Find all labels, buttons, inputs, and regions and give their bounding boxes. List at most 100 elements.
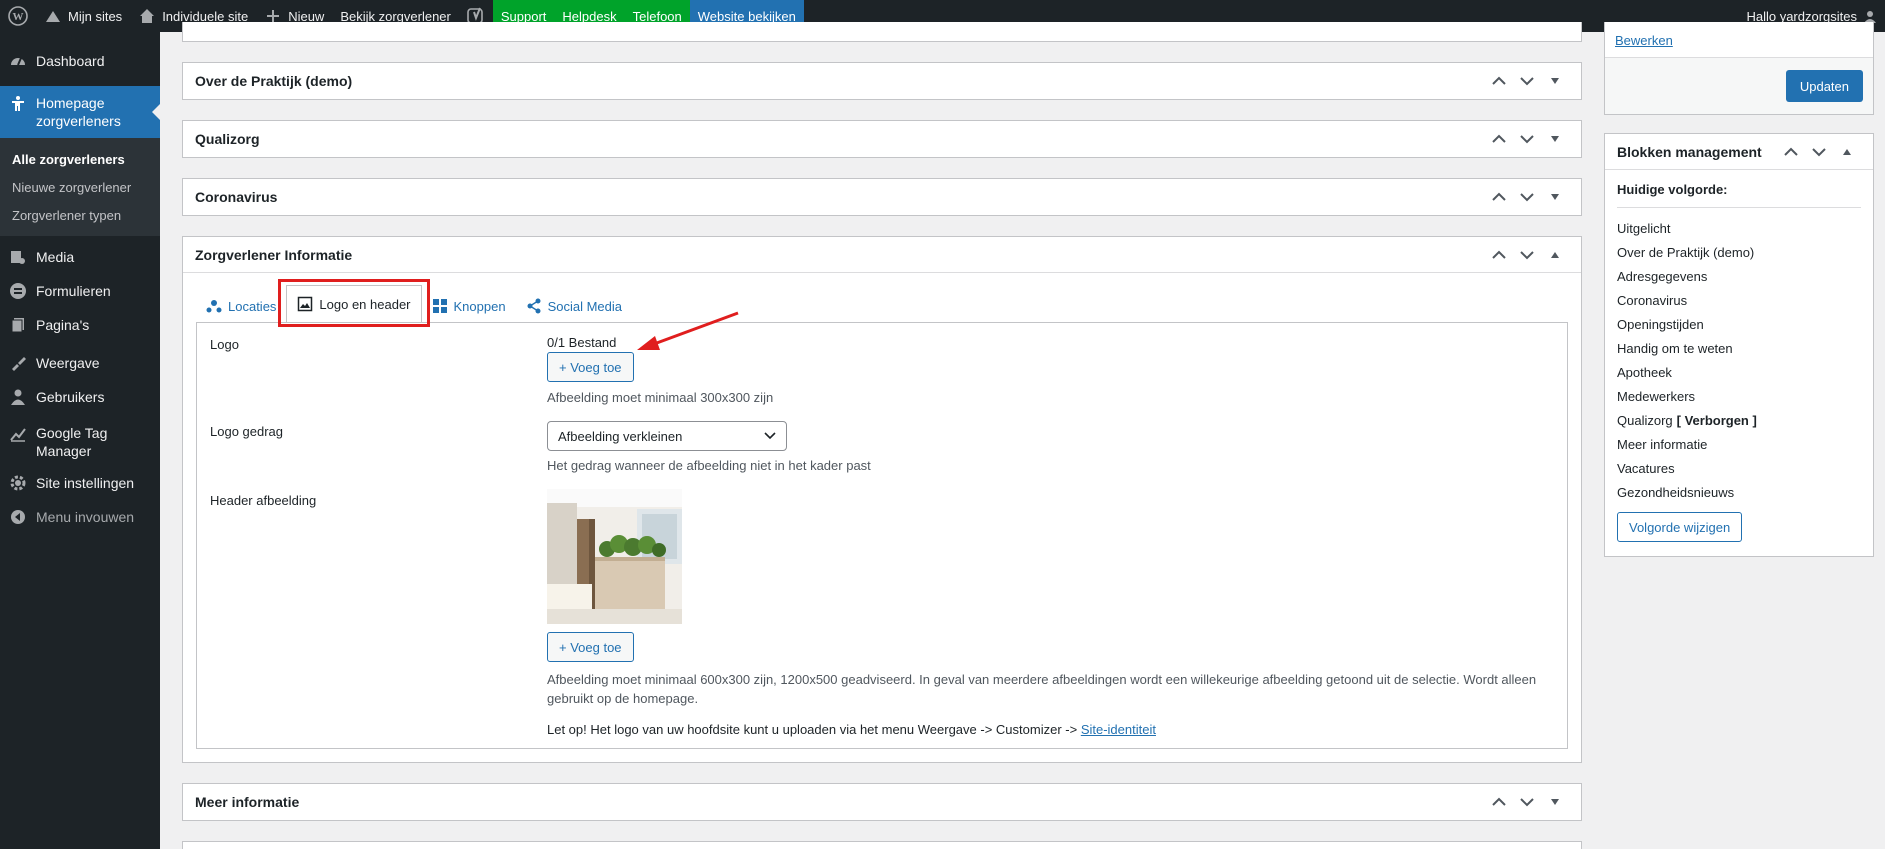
collapse-panel-icon[interactable] <box>1833 138 1861 166</box>
postbox-title: Qualizorg <box>195 131 260 147</box>
header-image-thumbnail[interactable] <box>547 489 682 624</box>
move-up-icon[interactable] <box>1485 788 1513 816</box>
menu-appearance-label: Weergave <box>36 355 100 371</box>
postbox-bottom-partial <box>182 841 1582 849</box>
wordpress-icon: W <box>8 6 28 26</box>
header-image-description: Afbeelding moet minimaal 600x300 zijn, 1… <box>547 672 1537 706</box>
submenu-all[interactable]: Alle zorgverleners <box>0 145 160 173</box>
location-icon <box>206 300 222 313</box>
move-down-icon[interactable] <box>1513 183 1541 211</box>
logo-behaviour-description: Het gedrag wanneer de afbeelding niet in… <box>547 458 871 473</box>
collapse-icon <box>8 507 28 527</box>
blocks-management-title: Blokken management <box>1617 143 1762 160</box>
toggle-panel-icon[interactable] <box>1541 183 1569 211</box>
menu-dashboard-label: Dashboard <box>36 53 105 69</box>
svg-text:W: W <box>13 11 24 23</box>
menu-users[interactable]: Gebruikers <box>0 380 160 414</box>
dashboard-icon <box>8 51 28 71</box>
block-order-item: Adresgegevens <box>1617 268 1708 284</box>
forms-icon <box>8 281 28 301</box>
postbox-over-de-praktijk: Over de Praktijk (demo) <box>182 62 1582 100</box>
move-up-icon[interactable] <box>1485 183 1513 211</box>
postbox-qualizorg: Qualizorg <box>182 120 1582 158</box>
my-sites-label: Mijn sites <box>68 8 123 24</box>
menu-google-tag-manager[interactable]: Google Tag Manager <box>0 418 160 466</box>
block-order-item: Uitgelicht <box>1617 220 1671 236</box>
tab-social-media[interactable]: Social Media <box>516 289 632 323</box>
logo-behaviour-label: Logo gedrag <box>210 424 284 439</box>
postbox-title: Coronavirus <box>195 189 278 205</box>
block-order-list: Uitgelicht Over de Praktijk (demo) Adres… <box>1617 216 1861 504</box>
sites-icon <box>46 11 60 22</box>
toggle-panel-icon[interactable] <box>1541 67 1569 95</box>
logo-add-button[interactable]: + Voeg toe <box>547 352 634 382</box>
block-order-item: Over de Praktijk (demo) <box>1617 244 1755 260</box>
logo-behaviour-select[interactable]: Afbeelding verkleinen <box>547 421 787 451</box>
postbox-title: Zorgverlener Informatie <box>195 246 353 263</box>
hidden-tag: [ Verborgen ] <box>1676 412 1757 428</box>
submenu-new[interactable]: Nieuwe zorgverlener <box>0 173 160 201</box>
share-icon <box>527 298 541 314</box>
move-up-icon[interactable] <box>1777 138 1805 166</box>
highlight-box <box>278 279 430 327</box>
menu-dashboard[interactable]: Dashboard <box>0 44 160 78</box>
menu-media-label: Media <box>36 249 75 265</box>
my-sites-menu[interactable]: Mijn sites <box>36 0 130 32</box>
tab-panel-logo-en-header: Logo 0/1 Bestand + Voeg toe Afbeelding m… <box>196 322 1568 749</box>
blocks-management-box: Blokken management Huidige volgorde: Uit… <box>1604 133 1874 557</box>
menu-forms[interactable]: Formulieren <box>0 274 160 308</box>
menu-collapse[interactable]: Menu invouwen <box>0 500 160 534</box>
header-image-field: + Voeg toe Afbeelding moet minimaal 600x… <box>547 489 1547 737</box>
site-identity-note: Let op! Het logo van uw hoofdsite kunt u… <box>547 722 1547 737</box>
toggle-panel-icon[interactable] <box>1541 788 1569 816</box>
update-button[interactable]: Updaten <box>1785 70 1863 102</box>
menu-site-settings[interactable]: Site instellingen <box>0 466 160 500</box>
block-order-item-hidden: Qualizorg [ Verborgen ] <box>1617 408 1861 432</box>
block-order-item: Vacatures <box>1617 460 1675 476</box>
interior-photo <box>547 489 682 624</box>
block-order-item-label: Qualizorg <box>1617 412 1673 428</box>
block-order-item: Handig om te weten <box>1617 340 1733 356</box>
block-order-item: Openingstijden <box>1617 316 1704 332</box>
logo-field: 0/1 Bestand + Voeg toe Afbeelding moet m… <box>547 335 773 405</box>
menu-pages[interactable]: Pagina's <box>0 308 160 342</box>
move-up-icon[interactable] <box>1485 125 1513 153</box>
submenu-zorgverleners: Alle zorgverleners Nieuwe zorgverlener Z… <box>0 138 160 236</box>
toggle-panel-icon[interactable] <box>1541 125 1569 153</box>
change-order-button[interactable]: Volgorde wijzigen <box>1617 512 1743 542</box>
site-identity-link[interactable]: Site-identiteit <box>1081 722 1156 737</box>
menu-homepage-label: Homepage zorgverleners <box>36 95 121 129</box>
person-icon <box>8 94 28 114</box>
move-down-icon[interactable] <box>1513 788 1541 816</box>
tab-locaties[interactable]: Locaties <box>196 289 286 323</box>
menu-homepage-zorgverleners[interactable]: Homepage zorgverleners <box>0 86 160 138</box>
logo-behaviour-value: Afbeelding verkleinen <box>558 428 683 444</box>
move-up-icon[interactable] <box>1485 67 1513 95</box>
menu-users-label: Gebruikers <box>36 389 105 405</box>
move-down-icon[interactable] <box>1513 125 1541 153</box>
move-down-icon[interactable] <box>1513 241 1541 269</box>
move-down-icon[interactable] <box>1513 67 1541 95</box>
menu-pages-label: Pagina's <box>36 317 90 333</box>
tab-knoppen[interactable]: Knoppen <box>422 289 516 323</box>
header-image-add-button[interactable]: + Voeg toe <box>547 632 634 662</box>
menu-media[interactable]: Media <box>0 240 160 274</box>
move-up-icon[interactable] <box>1485 241 1513 269</box>
collapse-panel-icon[interactable] <box>1541 241 1569 269</box>
edit-link[interactable]: Bewerken <box>1615 33 1673 48</box>
wordpress-logo-button[interactable]: W <box>0 0 36 32</box>
brush-icon <box>8 353 28 373</box>
submenu-types[interactable]: Zorgverlener typen <box>0 201 160 229</box>
tab-knoppen-label: Knoppen <box>453 298 506 314</box>
block-order-item: Gezondheidsnieuws <box>1617 484 1735 500</box>
menu-appearance[interactable]: Weergave <box>0 346 160 380</box>
menu-site-settings-label: Site instellingen <box>36 475 135 491</box>
block-order-item: Medewerkers <box>1617 388 1696 404</box>
tab-locaties-label: Locaties <box>228 298 277 314</box>
block-order-item: Meer informatie <box>1617 436 1708 452</box>
menu-collapse-label: Menu invouwen <box>36 509 135 525</box>
postbox-title: Over de Praktijk (demo) <box>195 73 353 89</box>
admin-sidebar: Dashboard Homepage zorgverleners Alle zo… <box>0 32 160 849</box>
logo-file-count: 0/1 Bestand <box>547 335 617 350</box>
move-down-icon[interactable] <box>1805 138 1833 166</box>
